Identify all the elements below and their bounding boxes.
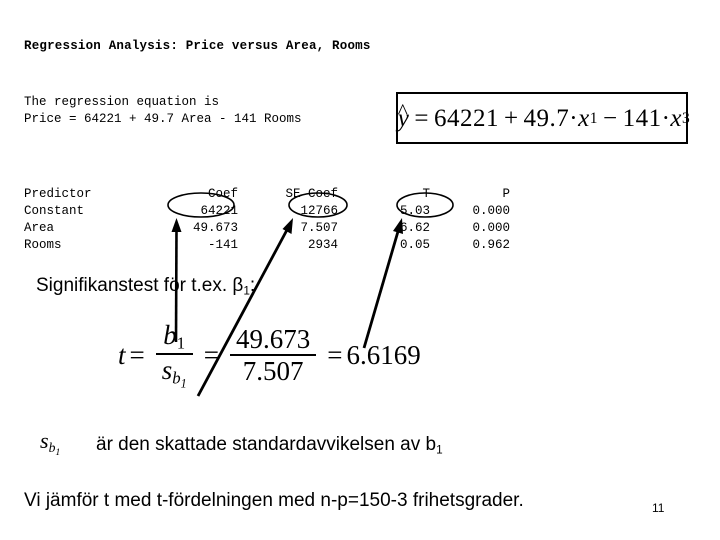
variable-x1: x [578, 105, 590, 132]
cell-coef: -141 [207, 238, 238, 252]
regression-equation-text: The regression equation is Price = 64221… [24, 94, 302, 128]
cell-predictor: Constant [24, 204, 85, 218]
cell-p: 0.962 [472, 238, 510, 252]
table-row: Constant 64221 12766 5.03 0.000 [24, 203, 510, 220]
fraction-numbers: 49.673 7.507 [229, 323, 317, 386]
sb1-description-text: är den skattade standardavvikelsen av b1 [96, 434, 443, 457]
cell-t: 6.62 [399, 221, 430, 235]
fraction-b1-over-sb1: b1 sb1 [155, 320, 193, 390]
table-row: Area 49.673 7.507 6.62 0.000 [24, 220, 510, 237]
page-title: Regression Analysis: Price versus Area, … [24, 39, 371, 53]
cell-coef: 49.673 [192, 221, 238, 235]
variable-x3-subscript: 3 [682, 110, 691, 127]
t-result-value: 6.6169 [346, 340, 421, 371]
header-coef: Coef [207, 187, 238, 201]
fraction-numerator: b1 [163, 320, 186, 353]
cell-coef: 64221 [200, 204, 238, 218]
header-p: P [502, 187, 510, 201]
header-se-coef: SE Coef [285, 187, 338, 201]
table-header-row: Predictor Coef SE Coef T P [24, 186, 510, 203]
equation-intro-line2: Price = 64221 + 49.7 Area - 141 Rooms [24, 112, 302, 126]
fraction-denominator: 7.507 [229, 354, 317, 386]
table-row: Rooms -141 2934 0.05 0.962 [24, 237, 510, 254]
beta-symbol: β [232, 275, 244, 296]
minus-sign: − [602, 105, 618, 132]
cell-predictor: Rooms [24, 238, 62, 252]
sb-description-text: är den skattade standardavvikelsen av b [96, 434, 437, 455]
variable-x1-subscript: 1 [589, 110, 598, 127]
equation-intro-line1: The regression equation is [24, 95, 220, 109]
header-predictor: Predictor [24, 187, 92, 201]
coef3-value: 141 [622, 105, 662, 132]
slide-canvas: Regression Analysis: Price versus Area, … [0, 0, 720, 540]
cell-predictor: Area [24, 221, 55, 235]
y-hat-symbol: ^ y [397, 98, 410, 132]
colon: : [249, 275, 256, 296]
coef1-value: 49.7 [523, 105, 570, 132]
regression-coefficients-table: Predictor Coef SE Coef T P Constant 64221 12766… [24, 152, 510, 288]
hat-equation-formula: ^ y = 64221 +49.7 · x 1−141 · x 3 [397, 96, 691, 142]
equals-sign: = [327, 340, 343, 371]
cell-t: 0.05 [399, 238, 430, 252]
significance-label-text: Signifikanstest för t.ex. [36, 275, 233, 296]
cell-se-coef: 12766 [300, 204, 338, 218]
page-number: 11 [652, 501, 665, 515]
sb1-symbol: sb1 [40, 428, 61, 458]
equals-sign: = [203, 340, 219, 371]
b1-subscript: 1 [436, 443, 443, 457]
t-symbol: t [118, 340, 126, 371]
intercept-value: 64221 [433, 105, 499, 132]
cell-p: 0.000 [472, 204, 510, 218]
fraction-numerator: 49.673 [235, 323, 311, 354]
cell-p: 0.000 [472, 221, 510, 235]
fraction-denominator: sb1 [155, 352, 193, 390]
comparison-line-text: Vi jämför t med t-fördelningen med n-p=1… [24, 490, 524, 511]
equals-sign: = [129, 340, 145, 371]
cell-se-coef: 7.507 [300, 221, 338, 235]
variable-x3: x [670, 105, 683, 132]
cell-t: 5.03 [399, 204, 430, 218]
equals-sign: = [414, 105, 429, 132]
plus-sign: + [503, 105, 519, 132]
cell-se-coef: 2934 [307, 238, 338, 252]
dot-operator: · [569, 105, 579, 132]
significance-test-label: Signifikanstest för t.ex. β1: [36, 275, 255, 298]
t-statistic-formula: t = b1 sb1 = 49.673 7.507 = 6.6169 [118, 320, 421, 390]
header-t: T [422, 187, 430, 201]
